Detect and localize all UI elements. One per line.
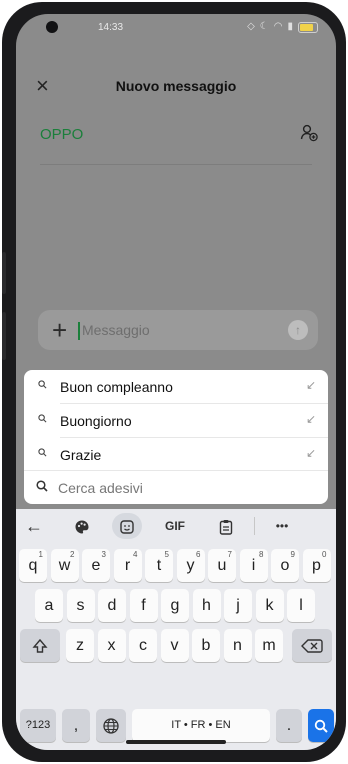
suggestion-label: Buon compleanno: [60, 379, 173, 395]
key-m[interactable]: m: [255, 629, 283, 662]
message-composer[interactable]: + Messaggio ↑: [38, 310, 318, 350]
header: × Nuovo messaggio: [16, 72, 336, 100]
phone-frame: 14:33 ◇ ☾ ◠ ▮ × Nuovo messaggio OPPO + M…: [2, 2, 346, 762]
front-camera: [46, 21, 58, 33]
shift-key[interactable]: [20, 629, 60, 662]
screen: 14:33 ◇ ☾ ◠ ▮ × Nuovo messaggio OPPO + M…: [16, 14, 336, 750]
search-icon: [314, 719, 328, 733]
message-input[interactable]: Messaggio: [82, 322, 150, 338]
add-contact-icon[interactable]: [300, 124, 318, 142]
recipient-chip[interactable]: OPPO: [40, 126, 83, 143]
send-icon[interactable]: ↑: [288, 320, 308, 340]
page-title: Nuovo messaggio: [115, 78, 237, 94]
suggestion-row[interactable]: Buongiorno ↙: [24, 404, 328, 437]
search-icon: [38, 414, 47, 423]
attach-plus-icon[interactable]: +: [52, 316, 67, 344]
key-p[interactable]: p0: [302, 549, 331, 582]
suggestion-row[interactable]: Grazie ↙: [24, 438, 328, 471]
search-icon: [38, 448, 47, 457]
home-indicator: [126, 740, 226, 744]
sticker-icon[interactable]: [112, 513, 142, 539]
suggestion-label: Grazie: [60, 447, 102, 463]
suggestion-row[interactable]: Buon compleanno ↙: [24, 370, 328, 403]
key-i[interactable]: i8: [239, 549, 268, 582]
key-y[interactable]: y6: [176, 549, 205, 582]
key-r[interactable]: r4: [113, 549, 142, 582]
clipboard-icon[interactable]: [212, 513, 240, 539]
search-key[interactable]: [308, 709, 334, 742]
suggestion-label: Buongiorno: [60, 413, 132, 429]
sticker-search-field[interactable]: Cerca adesivi: [24, 470, 328, 504]
comma-key[interactable]: ,: [62, 709, 90, 742]
backspace-key[interactable]: [292, 629, 332, 662]
key-v[interactable]: v: [160, 629, 189, 662]
divider: [40, 164, 312, 165]
key-t[interactable]: t5: [145, 549, 173, 582]
symbols-key[interactable]: ?123: [20, 709, 56, 742]
status-icons: ◇ ☾ ◠ ▮: [247, 20, 318, 34]
back-icon[interactable]: ←: [20, 513, 48, 539]
key-a[interactable]: a: [35, 589, 63, 622]
key-b[interactable]: b: [192, 629, 220, 662]
key-q[interactable]: q1: [19, 549, 47, 582]
alarm-icon: ◇: [247, 21, 255, 32]
key-h[interactable]: h: [192, 589, 221, 622]
palette-icon[interactable]: [68, 513, 96, 539]
key-k[interactable]: k: [255, 589, 284, 622]
insert-arrow-icon[interactable]: ↙: [306, 446, 316, 460]
more-icon[interactable]: •••: [268, 513, 296, 539]
language-globe-key[interactable]: [96, 709, 126, 742]
battery-icon: [298, 21, 318, 33]
sticker-search-input[interactable]: Cerca adesivi: [58, 480, 143, 496]
keyboard: ← GIF ••• ?123 , IT • FR • EN . q 1 w 2 …: [16, 509, 336, 750]
wifi-icon: ◠: [273, 21, 283, 32]
signal-icon: ▮: [287, 21, 293, 32]
insert-arrow-icon[interactable]: ↙: [306, 412, 316, 426]
key-w[interactable]: w2: [50, 549, 79, 582]
key-n[interactable]: n: [223, 629, 252, 662]
gif-button[interactable]: GIF: [158, 513, 192, 539]
key-l[interactable]: l: [287, 589, 315, 622]
key-c[interactable]: c: [129, 629, 157, 662]
power-button: [2, 252, 6, 294]
key-x[interactable]: x: [97, 629, 126, 662]
key-e[interactable]: e3: [82, 549, 110, 582]
text-caret: [78, 322, 80, 340]
key-g[interactable]: g: [161, 589, 189, 622]
status-time: 14:33: [98, 22, 124, 33]
space-bar[interactable]: IT • FR • EN: [132, 709, 270, 742]
search-icon: [38, 380, 47, 389]
period-key[interactable]: .: [276, 709, 302, 742]
key-u[interactable]: u7: [208, 549, 236, 582]
key-j[interactable]: j: [224, 589, 252, 622]
insert-arrow-icon[interactable]: ↙: [306, 378, 316, 392]
key-s[interactable]: s: [66, 589, 95, 622]
key-o[interactable]: o9: [271, 549, 299, 582]
search-icon: [36, 480, 48, 492]
globe-icon: [103, 718, 119, 734]
keyboard-toolbar: ← GIF •••: [16, 509, 336, 543]
do-not-disturb-icon: ☾: [259, 21, 269, 32]
key-f[interactable]: f: [129, 589, 158, 622]
key-d[interactable]: d: [98, 589, 126, 622]
status-bar: 14:33 ◇ ☾ ◠ ▮: [16, 14, 336, 42]
sticker-suggestion-panel: Buon compleanno ↙ Buongiorno ↙ Grazie ↙ …: [24, 370, 328, 504]
toolbar-divider: [254, 517, 255, 535]
volume-button: [2, 312, 6, 360]
key-z[interactable]: z: [66, 629, 94, 662]
